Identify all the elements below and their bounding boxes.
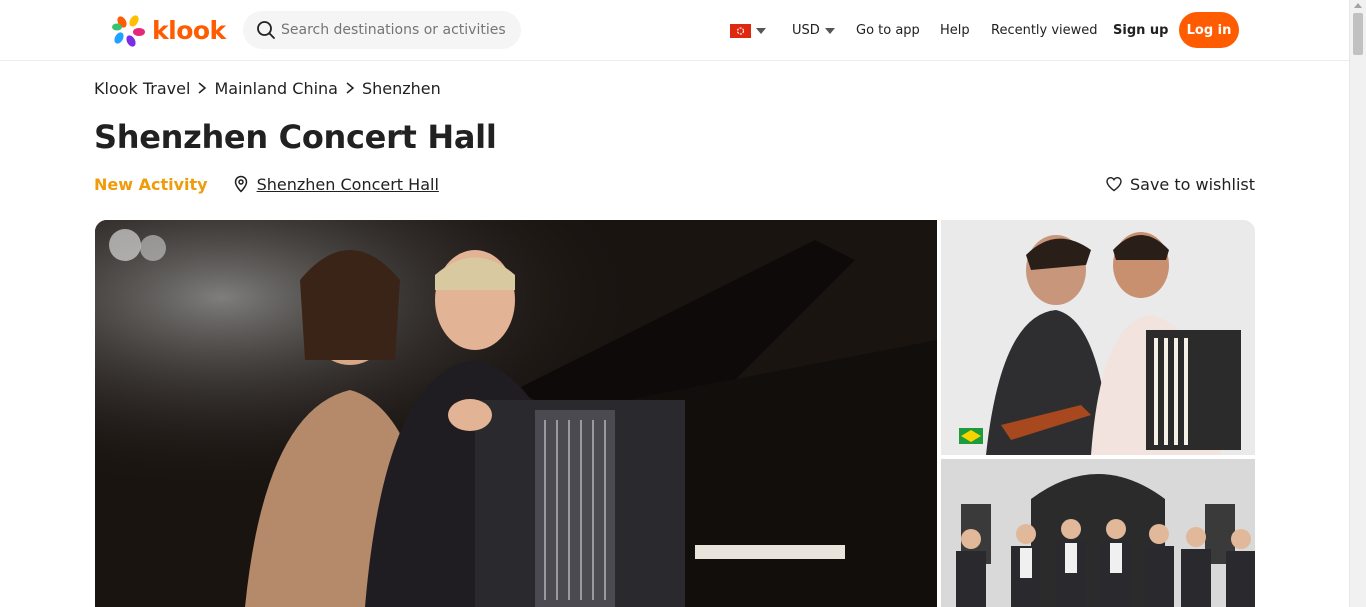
hk-flag-icon — [730, 23, 751, 38]
side-photo-bottom[interactable] — [941, 459, 1255, 607]
sign-up-link[interactable]: Sign up — [1113, 0, 1168, 61]
klook-logo[interactable]: klook — [110, 13, 226, 47]
chevron-right-icon — [342, 80, 358, 96]
breadcrumb: Klook Travel Mainland China Shenzhen — [94, 77, 441, 99]
map-pin-icon — [232, 175, 250, 193]
chevron-right-icon — [194, 80, 210, 96]
currency-selector[interactable]: USD — [792, 0, 835, 61]
klook-logo-mark-icon — [110, 13, 146, 47]
page-scrollbar[interactable] — [1349, 0, 1366, 607]
activity-meta-row: New Activity Shenzhen Concert Hall Save … — [94, 172, 1255, 196]
new-activity-badge: New Activity — [94, 174, 208, 194]
go-to-app-link[interactable]: Go to app — [856, 0, 920, 61]
save-to-wishlist-button[interactable]: Save to wishlist — [1105, 172, 1255, 196]
chevron-down-icon — [756, 27, 766, 34]
heart-icon — [1105, 175, 1123, 193]
top-header: klook Search destinations or activities … — [0, 0, 1349, 61]
currency-label: USD — [792, 23, 820, 38]
location-link[interactable]: Shenzhen Concert Hall — [257, 175, 439, 194]
breadcrumb-item-klook-travel[interactable]: Klook Travel — [94, 79, 190, 98]
help-link[interactable]: Help — [940, 0, 970, 61]
log-in-button[interactable]: Log in — [1179, 12, 1239, 48]
photo-gallery — [95, 220, 1255, 607]
language-selector[interactable] — [730, 0, 766, 61]
recently-viewed-link[interactable]: Recently viewed — [991, 0, 1098, 61]
wishlist-label: Save to wishlist — [1129, 174, 1255, 194]
search-bar[interactable]: Search destinations or activities — [243, 11, 521, 49]
scroll-thumb[interactable] — [1353, 13, 1363, 55]
main-photo[interactable] — [95, 220, 937, 607]
page-title: Shenzhen Concert Hall — [94, 118, 497, 156]
search-icon — [256, 20, 276, 40]
scroll-up-arrow-icon[interactable] — [1354, 3, 1362, 8]
side-photo-top[interactable] — [941, 220, 1255, 455]
breadcrumb-item-shenzhen[interactable]: Shenzhen — [362, 79, 441, 98]
chevron-down-icon — [824, 27, 835, 34]
search-input[interactable]: Search destinations or activities — [281, 22, 506, 38]
logo-text: klook — [152, 15, 226, 45]
breadcrumb-item-mainland-china[interactable]: Mainland China — [214, 79, 338, 98]
